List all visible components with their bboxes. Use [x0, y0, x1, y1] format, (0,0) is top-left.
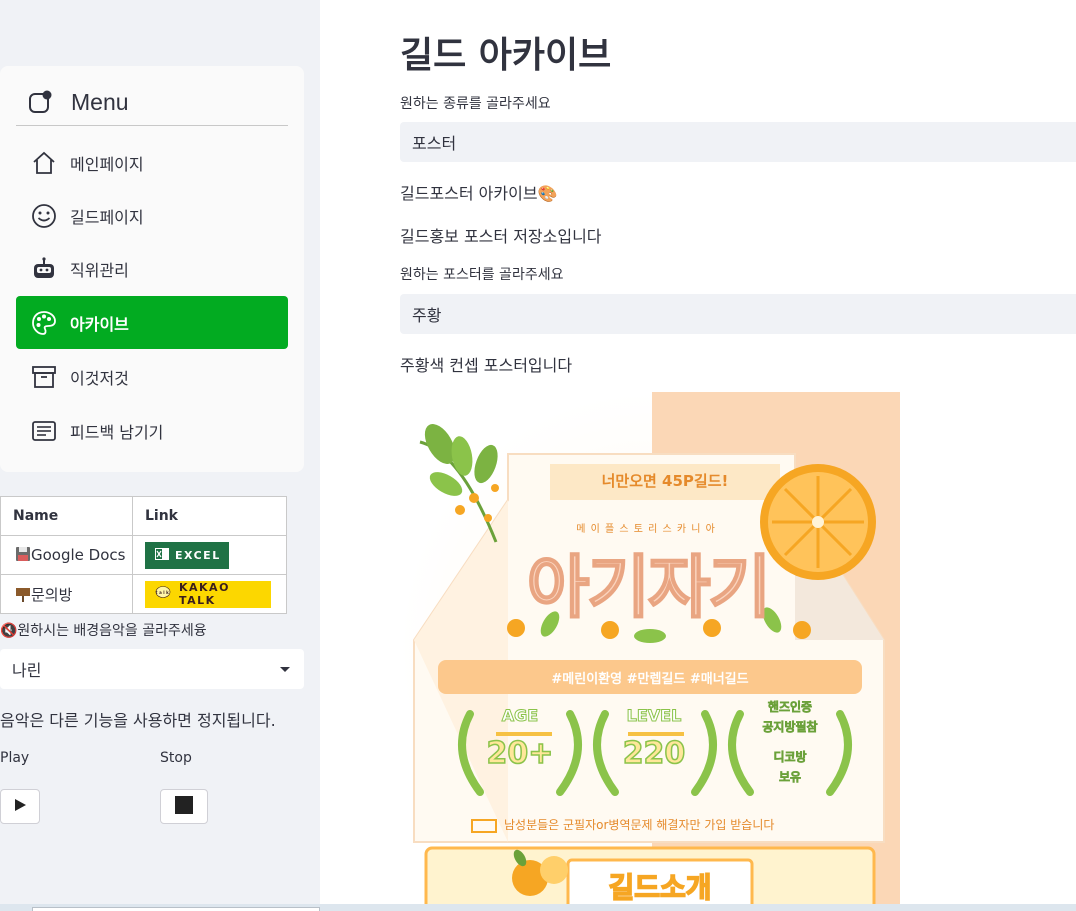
- poster-top-banner: 너만오면 45P길드!: [601, 472, 729, 490]
- table-header-row: Name Link: [0, 496, 287, 536]
- robot-icon: [30, 255, 58, 283]
- kakao-talk-link-button[interactable]: talk KAKAO TALK: [145, 580, 271, 608]
- bottom-bar: [0, 904, 1076, 911]
- poster-requirement: 보유: [778, 770, 802, 785]
- house-icon: [30, 149, 58, 177]
- poster-guild-name: 아기자기: [526, 548, 772, 629]
- stop-label: Stop: [160, 750, 192, 766]
- poster-age-label: AGE: [501, 706, 539, 726]
- type-select-value: 포스터: [412, 134, 457, 153]
- poster-select-label: 원하는 포스터를 골라주세요: [400, 267, 564, 283]
- link-name: Google Docs: [31, 546, 126, 564]
- music-select[interactable]: 나린: [0, 649, 304, 689]
- poster-requirement: 핸즈인증: [767, 700, 813, 715]
- poster-level-value: 220: [622, 735, 686, 772]
- table-row: 문의방 talk KAKAO TALK: [0, 574, 287, 614]
- guild-poster-image: 너만오면 45P길드! 메 이 플 스 토 리 스 카 니 아 아기자기 #메린…: [400, 392, 900, 907]
- link-name-cell: 문의방: [0, 574, 133, 614]
- nav-item-misc[interactable]: 이것저것: [16, 350, 288, 403]
- type-select[interactable]: 포스터: [400, 122, 1076, 162]
- signpost-icon: [15, 586, 31, 604]
- nav-item-label: 직위관리: [70, 260, 129, 280]
- poster-select[interactable]: 주황: [400, 294, 1076, 334]
- nav-item-guild-page[interactable]: 길드페이지: [16, 189, 288, 242]
- music-select-label: 🔇원하시는 배경음악을 골라주세융: [0, 623, 207, 639]
- link-cell: talk KAKAO TALK: [132, 574, 287, 614]
- chevron-down-icon: [280, 667, 290, 672]
- menu-header: Menu: [16, 80, 288, 126]
- poster-notice: 남성분들은 군필자or병역문제 해결자만 가입 받습니다: [504, 818, 775, 832]
- text-lines-icon: [30, 417, 58, 445]
- chat-input[interactable]: [32, 907, 320, 911]
- nav-item-label: 아카이브: [70, 314, 129, 334]
- play-label: Play: [0, 750, 30, 766]
- links-table: Name Link Google Docs EXCEL 문의방 talk KAKA…: [0, 496, 287, 614]
- page-title: 길드 아카이브: [400, 35, 612, 76]
- link-name: 문의방: [31, 585, 73, 604]
- palette-icon: [30, 309, 58, 337]
- poster-tags: #메린이환영 #만렙길드 #매너길드: [551, 672, 749, 687]
- poster-requirement: 디코방: [773, 750, 807, 765]
- poster-select-value: 주황: [412, 306, 442, 325]
- main-content: 길드 아카이브 원하는 종류를 골라주세요 포스터 길드포스터 아카이브🎨 길드…: [320, 0, 1076, 911]
- music-select-value: 나린: [12, 661, 42, 680]
- column-header: Name: [0, 496, 133, 536]
- nav-item-label: 길드페이지: [70, 207, 144, 227]
- section-description: 길드홍보 포스터 저장소입니다: [400, 227, 602, 246]
- music-note: 음악은 다른 기능을 사용하면 정지됩니다.: [0, 711, 276, 730]
- menu-title: Menu: [71, 89, 129, 115]
- poster-level-label: LEVEL: [626, 706, 682, 726]
- section-title: 길드포스터 아카이브🎨: [400, 184, 558, 203]
- nav-item-main-page[interactable]: 메인페이지: [16, 136, 288, 189]
- column-header: Link: [132, 496, 287, 536]
- sidebar: Menu 메인페이지 길드페이지 직위관리 아카이브 이것저것 피드백 남기기: [0, 0, 320, 911]
- type-select-label: 원하는 종류를 골라주세요: [400, 96, 551, 112]
- archive-box-icon: [30, 363, 58, 391]
- nav-item-feedback[interactable]: 피드백 남기기: [16, 404, 288, 457]
- link-cell: EXCEL: [132, 535, 287, 575]
- svg-text:talk: talk: [156, 590, 171, 595]
- nav-item-archive[interactable]: 아카이브: [16, 296, 288, 349]
- nav-item-label: 메인페이지: [70, 154, 144, 174]
- smiley-icon: [30, 202, 58, 230]
- nav-item-label: 피드백 남기기: [70, 422, 164, 442]
- nav-item-label: 이것저것: [70, 368, 129, 388]
- floppy-disk-icon: [15, 546, 31, 564]
- excel-link-label: EXCEL: [175, 548, 221, 562]
- menu-card: Menu 메인페이지 길드페이지 직위관리 아카이브 이것저것 피드백 남기기: [0, 66, 304, 472]
- play-button[interactable]: [0, 789, 40, 824]
- excel-link-button[interactable]: EXCEL: [145, 541, 229, 569]
- play-icon: [13, 797, 27, 816]
- table-row: Google Docs EXCEL: [0, 535, 287, 575]
- kakao-talk-icon: talk: [155, 586, 171, 602]
- nav-item-rank-manage[interactable]: 직위관리: [16, 242, 288, 295]
- poster-age-value: 20+: [486, 735, 554, 772]
- excel-icon: [155, 547, 169, 563]
- menu-app-icon: [28, 90, 54, 116]
- poster-intro-title: 길드소개: [608, 870, 713, 905]
- kakao-talk-link-label: KAKAO TALK: [179, 581, 230, 607]
- link-name-cell: Google Docs: [0, 535, 133, 575]
- stop-button[interactable]: [160, 789, 208, 824]
- stop-icon: [175, 795, 193, 818]
- poster-description: 주황색 컨셉 포스터입니다: [400, 356, 573, 375]
- poster-requirement: 공지방필참: [762, 720, 818, 735]
